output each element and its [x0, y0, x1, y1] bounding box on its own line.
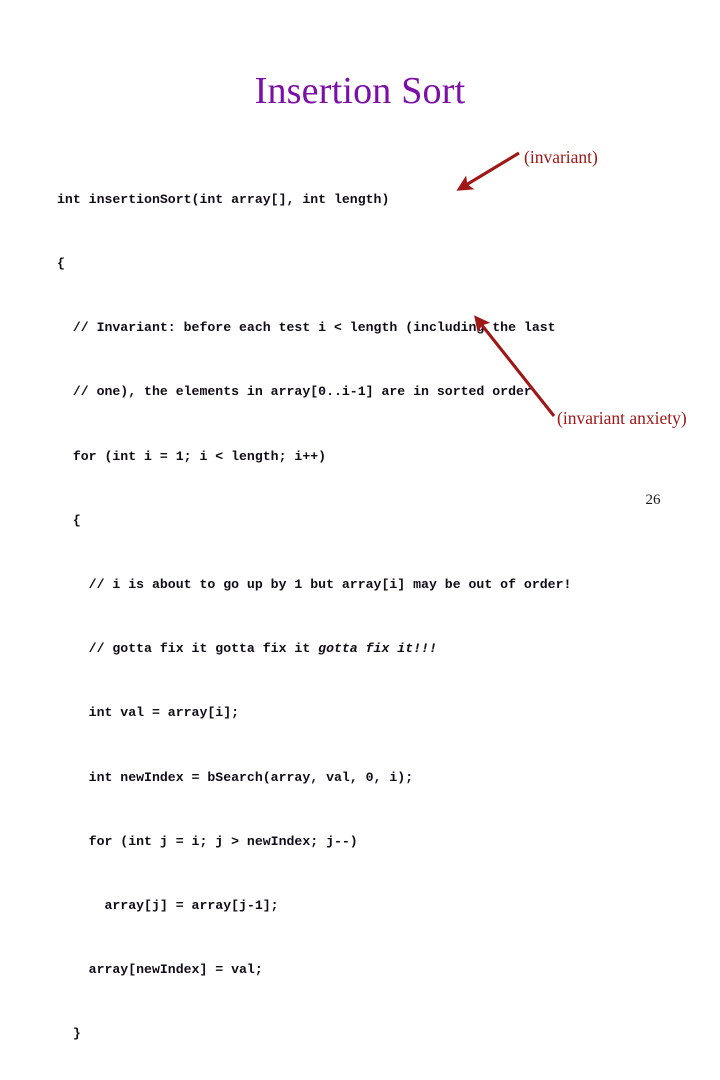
code-line: // Invariant: before each test i < lengt… — [57, 317, 571, 338]
code-line-text: // gotta fix it gotta fix it — [57, 641, 319, 657]
code-line: { — [57, 253, 571, 274]
annotation-invariant-anxiety: (invariant anxiety) — [557, 408, 687, 428]
code-line: for (int j = i; j > newIndex; j--) — [57, 831, 571, 852]
code-line-emphasis: gotta fix it!!! — [318, 641, 437, 657]
code-line-text: int newIndex = bSearch(array, val, 0, i)… — [57, 769, 414, 785]
code-line: int val = array[i]; — [57, 702, 571, 723]
code-line: { — [57, 510, 571, 531]
code-line: int insertionSort(int array[], int lengt… — [57, 189, 571, 210]
code-line-text: int insertionSort(int array[], int lengt… — [57, 191, 390, 207]
code-line-text: int val = array[i]; — [57, 705, 240, 721]
code-line-text: array[newIndex] = val; — [57, 962, 263, 978]
slide: Insertion Sort int insertionSort(int arr… — [0, 0, 720, 1041]
code-listing: int insertionSort(int array[], int lengt… — [57, 146, 571, 1080]
page-number: 26 — [645, 492, 661, 508]
code-line-text: // i is about to go up by 1 but array[i]… — [57, 577, 572, 593]
code-line: array[j] = array[j-1]; — [57, 895, 571, 916]
code-line-text: for (int j = i; j > newIndex; j--) — [57, 833, 358, 849]
code-line-text: } — [57, 1026, 81, 1042]
code-line: } — [57, 1023, 571, 1044]
code-line: // i is about to go up by 1 but array[i]… — [57, 574, 572, 595]
code-line: int newIndex = bSearch(array, val, 0, i)… — [57, 767, 571, 788]
code-line: // one), the elements in array[0..i-1] a… — [57, 381, 571, 402]
code-line-text: // Invariant: before each test i < lengt… — [57, 320, 556, 336]
page-title: Insertion Sort — [254, 70, 466, 112]
code-line: array[newIndex] = val; — [57, 959, 571, 980]
annotation-invariant: (invariant) — [524, 147, 598, 167]
code-line-text: // one), the elements in array[0..i-1] a… — [57, 384, 540, 400]
code-line-text: for (int i = 1; i < length; i++) — [57, 448, 327, 464]
code-line-text: { — [57, 256, 65, 272]
code-line-text: array[j] = array[j-1]; — [57, 898, 279, 914]
code-line-text: { — [57, 512, 81, 528]
code-line: for (int i = 1; i < length; i++) — [57, 446, 571, 467]
code-line: // gotta fix it gotta fix it gotta fix i… — [57, 638, 571, 659]
